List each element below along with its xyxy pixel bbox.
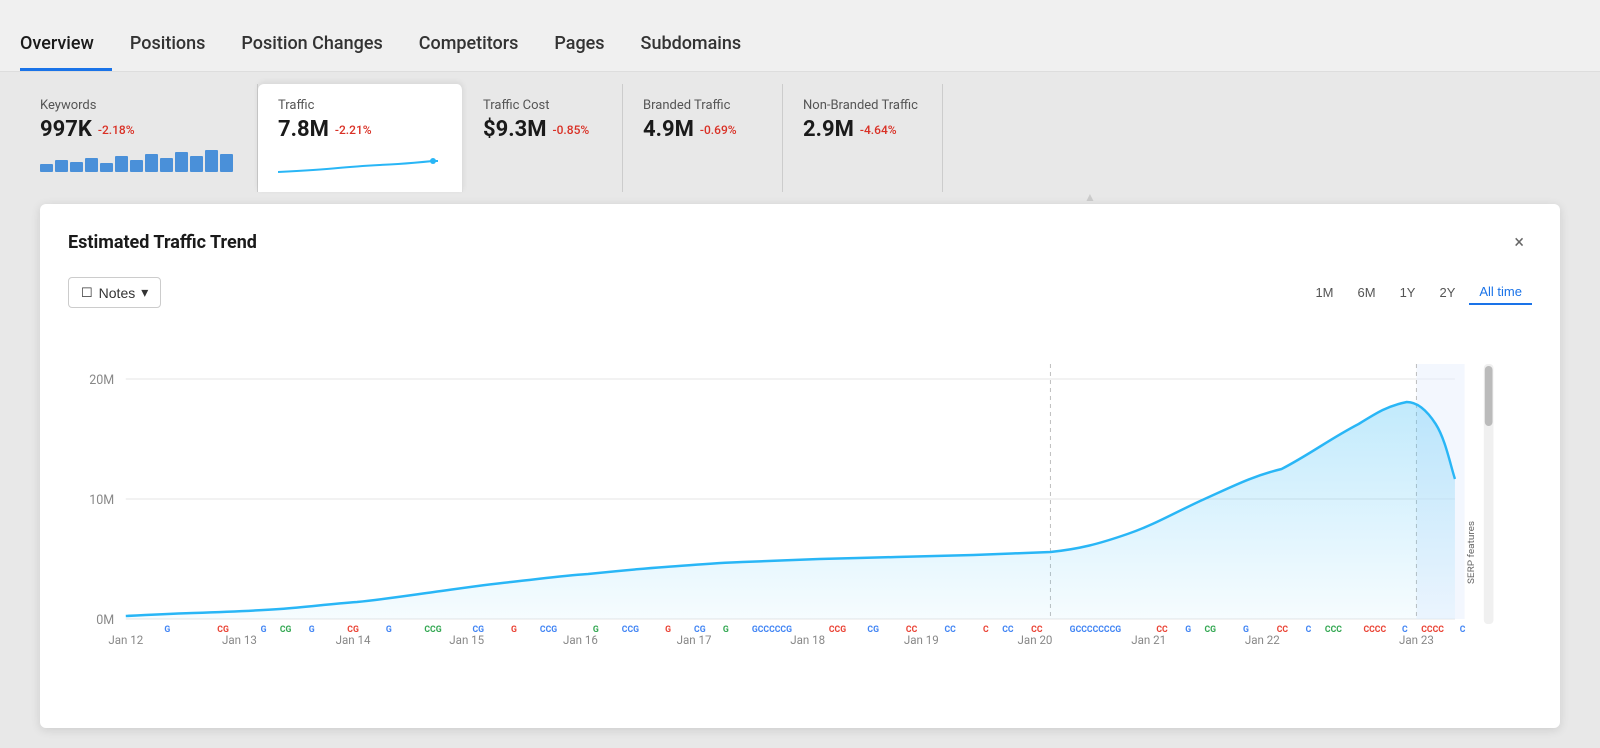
close-icon[interactable]: × [1506, 228, 1532, 257]
notes-icon: ☐ [81, 285, 93, 301]
svg-text:G: G [665, 625, 671, 635]
svg-text:CG: CG [473, 625, 485, 635]
traffic-change: -2.21% [335, 123, 372, 137]
svg-text:SERP features: SERP features [1466, 521, 1477, 584]
active-card-indicator: ▲ [310, 192, 1600, 204]
metric-card-branded[interactable]: Branded Traffic 4.9M -0.69% [623, 84, 783, 192]
keywords-mini-chart [40, 150, 233, 178]
svg-text:G: G [1185, 625, 1191, 635]
svg-text:C: C [1402, 625, 1408, 635]
svg-text:CG: CG [867, 625, 879, 635]
time-btn-6m[interactable]: 6M [1348, 281, 1386, 304]
nav-item-overview[interactable]: Overview [20, 33, 112, 71]
branded-change: -0.69% [700, 123, 737, 137]
svg-text:CG: CG [1205, 625, 1217, 635]
svg-text:G: G [593, 625, 599, 635]
chart-container: Estimated Traffic Trend × ☐ Notes ▾ 1M 6… [40, 204, 1560, 728]
top-navigation: Overview Positions Position Changes Comp… [0, 0, 1600, 72]
branded-value: 4.9M -0.69% [643, 117, 758, 142]
time-btn-all[interactable]: All time [1469, 280, 1532, 305]
svg-text:CC: CC [906, 625, 918, 635]
time-btn-2y[interactable]: 2Y [1429, 281, 1465, 304]
chart-header: Estimated Traffic Trend × [68, 228, 1532, 257]
svg-text:G: G [309, 625, 315, 635]
traffic-label: Traffic [278, 98, 438, 113]
time-btn-1y[interactable]: 1Y [1390, 281, 1426, 304]
traffic-cost-value: $9.3M -0.85% [483, 117, 598, 142]
svg-text:CCG: CCG [424, 625, 441, 635]
svg-text:CC: CC [1277, 625, 1289, 635]
branded-label: Branded Traffic [643, 98, 758, 113]
svg-text:G: G [1243, 625, 1249, 635]
chart-controls: ☐ Notes ▾ 1M 6M 1Y 2Y All time [68, 277, 1532, 308]
keywords-label: Keywords [40, 98, 233, 113]
svg-text:GCCCCCCCG: GCCCCCCCG [1070, 625, 1121, 635]
svg-text:CCG: CCG [540, 625, 557, 635]
time-filters: 1M 6M 1Y 2Y All time [1305, 280, 1532, 305]
non-branded-value: 2.9M -4.64% [803, 117, 918, 142]
time-btn-1m[interactable]: 1M [1305, 281, 1343, 304]
nav-item-pages[interactable]: Pages [536, 33, 622, 71]
svg-text:CG: CG [280, 625, 292, 635]
keywords-change: -2.18% [98, 123, 135, 137]
notes-button[interactable]: ☐ Notes ▾ [68, 277, 161, 308]
svg-text:CCG: CCG [622, 625, 639, 635]
chart-title: Estimated Traffic Trend [68, 232, 257, 253]
svg-text:10M: 10M [89, 493, 114, 508]
svg-text:G: G [511, 625, 517, 635]
nav-item-subdomains[interactable]: Subdomains [623, 33, 760, 71]
svg-text:G: G [164, 625, 170, 635]
nav-item-positions[interactable]: Positions [112, 33, 224, 71]
svg-text:G: G [723, 625, 729, 635]
svg-text:CCCC: CCCC [1421, 625, 1444, 635]
svg-text:CCCC: CCCC [1363, 625, 1386, 635]
chevron-down-icon: ▾ [141, 284, 148, 301]
svg-text:C: C [983, 625, 989, 635]
metric-card-traffic[interactable]: Traffic 7.8M -2.21% [258, 84, 463, 192]
metric-card-traffic-cost[interactable]: Traffic Cost $9.3M -0.85% [463, 84, 623, 192]
metric-card-non-branded[interactable]: Non-Branded Traffic 2.9M -4.64% [783, 84, 943, 192]
metrics-bar: Keywords 997K -2.18% Tr [0, 72, 1600, 192]
traffic-mini-chart [278, 150, 438, 178]
svg-text:CC: CC [1002, 625, 1014, 635]
svg-text:GCCCCCG: GCCCCCG [752, 625, 792, 635]
svg-text:CC: CC [1031, 625, 1043, 635]
svg-text:20M: 20M [89, 373, 114, 388]
non-branded-change: -4.64% [860, 123, 897, 137]
chart-area: 20M 10M 0M Jan 12 Jan 13 Jan [68, 324, 1532, 704]
svg-text:CG: CG [217, 625, 229, 635]
nav-item-position-changes[interactable]: Position Changes [223, 33, 400, 71]
notes-label: Notes [99, 285, 136, 301]
svg-text:G: G [386, 625, 392, 635]
metric-card-keywords[interactable]: Keywords 997K -2.18% [20, 84, 258, 192]
svg-text:CG: CG [347, 625, 359, 635]
svg-text:Jan 12: Jan 12 [108, 633, 143, 647]
svg-text:CC: CC [1156, 625, 1168, 635]
svg-text:CG: CG [694, 625, 706, 635]
svg-text:C: C [1306, 625, 1312, 635]
keywords-value: 997K -2.18% [40, 117, 233, 142]
svg-text:G: G [261, 625, 267, 635]
traffic-cost-label: Traffic Cost [483, 98, 598, 113]
non-branded-label: Non-Branded Traffic [803, 98, 918, 113]
traffic-value: 7.8M -2.21% [278, 117, 438, 142]
traffic-cost-change: -0.85% [553, 123, 590, 137]
svg-text:CCC: CCC [1325, 625, 1342, 635]
svg-text:Jan 18: Jan 18 [790, 633, 825, 647]
svg-text:CC: CC [944, 625, 956, 635]
svg-text:0M: 0M [96, 613, 114, 628]
svg-text:Jan 22: Jan 22 [1245, 633, 1280, 647]
svg-text:CCG: CCG [829, 625, 846, 635]
nav-item-competitors[interactable]: Competitors [401, 33, 537, 71]
svg-text:C: C [1460, 625, 1466, 635]
